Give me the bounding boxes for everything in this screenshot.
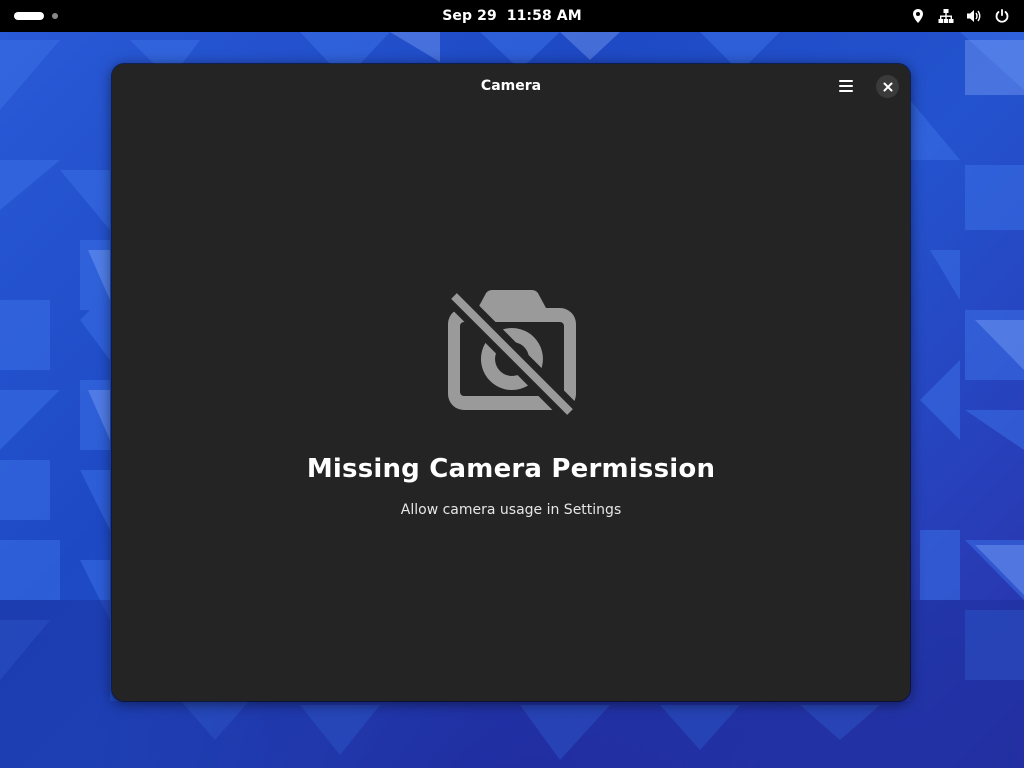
close-icon — [883, 82, 892, 91]
power-icon — [995, 9, 1009, 23]
clock-button[interactable]: Sep 29 11:58 AM — [442, 8, 582, 24]
camera-window: Camera Missing Camera Permission Allow c… — [112, 64, 910, 701]
clock-time: 11:58 AM — [506, 8, 582, 24]
hamburger-menu-icon-line — [839, 90, 853, 92]
location-icon — [913, 9, 923, 23]
volume-icon — [967, 10, 981, 22]
network-wired-icon — [938, 9, 954, 23]
status-title: Missing Camera Permission — [306, 454, 716, 484]
hamburger-menu-icon — [839, 80, 853, 82]
clock: Sep 29 11:58 AM — [0, 0, 1024, 32]
system-tray[interactable] — [910, 6, 1010, 26]
activities-button[interactable] — [14, 10, 58, 22]
main-menu-button[interactable] — [834, 74, 858, 98]
camera-disabled-icon — [448, 290, 576, 415]
window-title: Camera — [480, 78, 542, 94]
workspace-indicator-active — [14, 12, 44, 20]
status-description: Allow camera usage in Settings — [400, 502, 622, 518]
close-button[interactable] — [876, 75, 899, 98]
clock-date: Sep 29 — [442, 8, 497, 24]
workspace-indicator-inactive — [52, 13, 58, 19]
top-bar: Sep 29 11:58 AM — [0, 0, 1024, 32]
hamburger-menu-icon-line — [839, 85, 853, 87]
